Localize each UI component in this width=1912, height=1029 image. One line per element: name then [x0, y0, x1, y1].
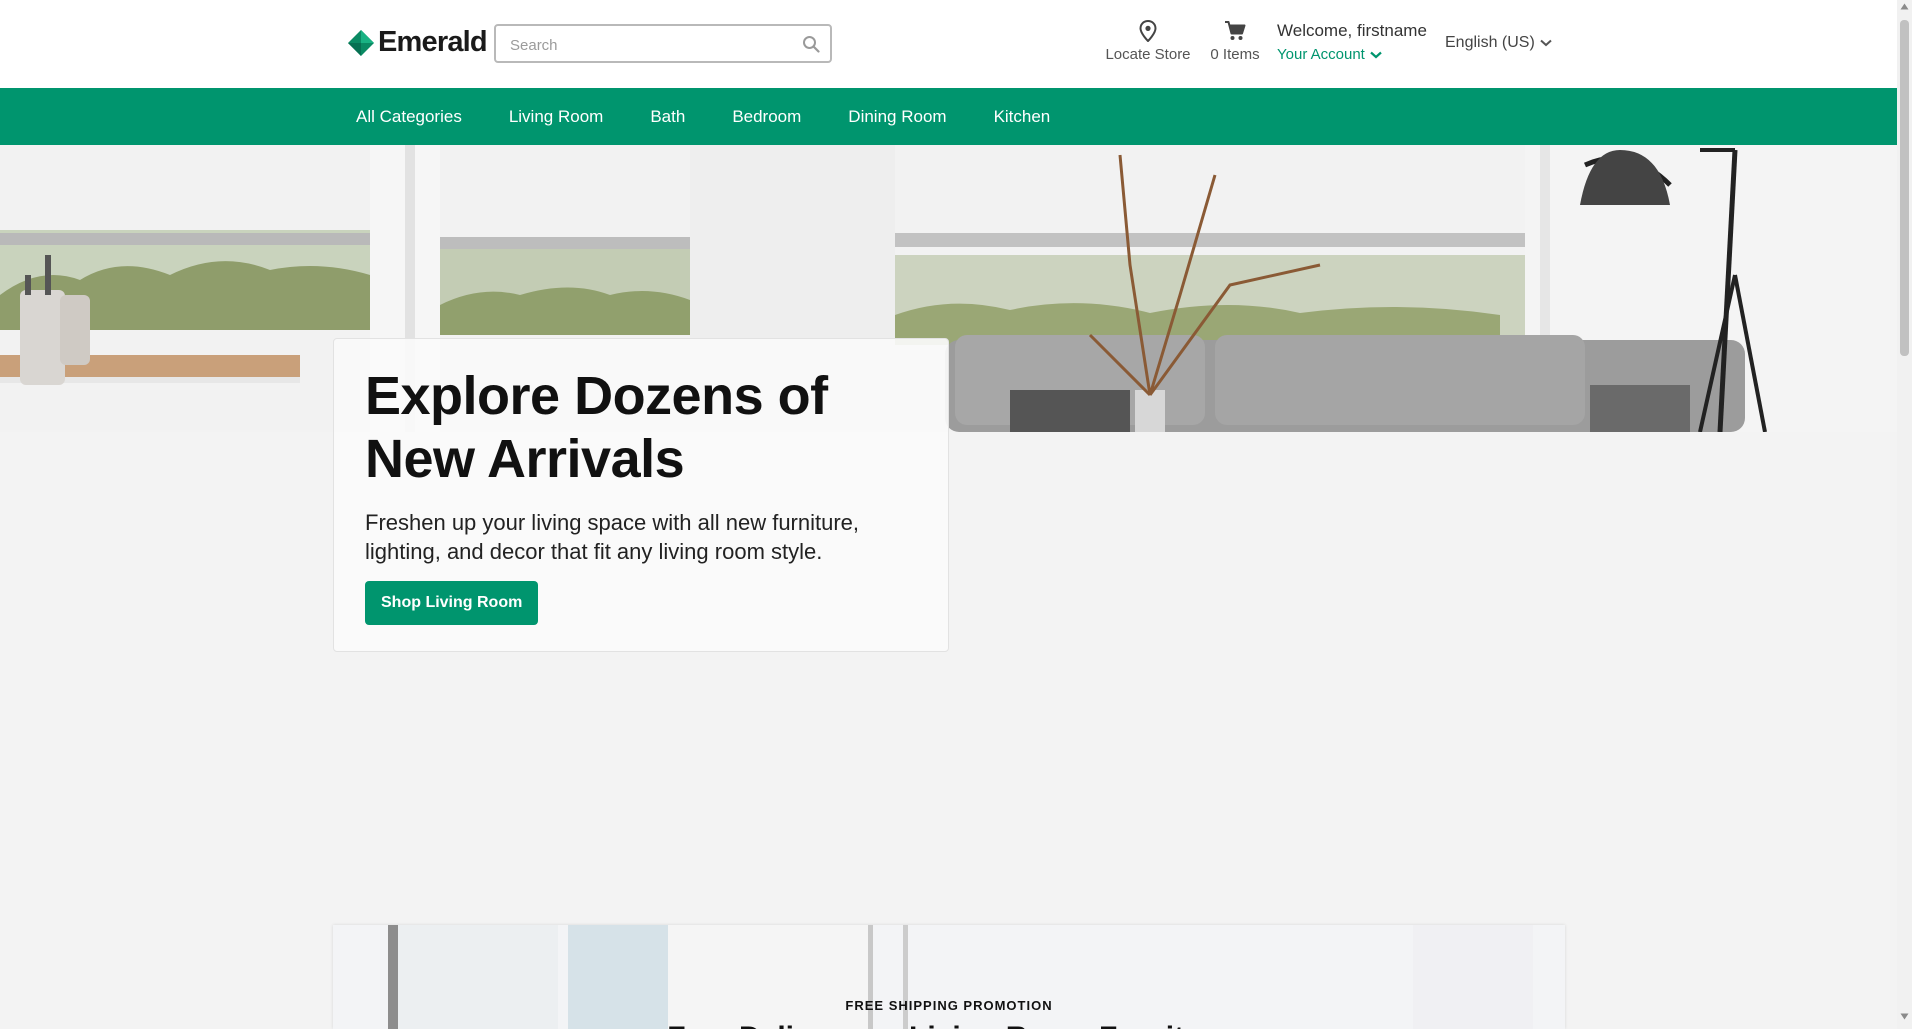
emerald-logo-icon: [348, 29, 374, 56]
hero-title: Explore Dozens of New Arrivals: [365, 366, 828, 489]
your-account-label: Your Account: [1277, 46, 1365, 63]
welcome-text: Welcome, firstname: [1277, 21, 1427, 40]
nav-item-bedroom[interactable]: Bedroom: [732, 107, 801, 127]
scroll-down-arrow-icon[interactable]: [1900, 1013, 1909, 1020]
hero-subtitle: Freshen up your living space with all ne…: [365, 510, 860, 564]
promo-label: FREE SHIPPING PROMOTION: [845, 998, 1053, 1013]
search-box[interactable]: [494, 24, 832, 63]
language-label: English (US): [1445, 34, 1535, 51]
your-account-dropdown[interactable]: Your Account: [1277, 46, 1427, 63]
locate-store-label: Locate Store: [1105, 46, 1191, 63]
nav-item-living-room[interactable]: Living Room: [509, 107, 604, 127]
hero-card: Explore Dozens of New Arrivals Freshen u…: [333, 338, 949, 652]
map-pin-icon: [1139, 20, 1157, 42]
promo-banner: FREE SHIPPING PROMOTION Free Delivery on…: [333, 925, 1565, 1029]
nav-item-all-categories[interactable]: All Categories: [356, 107, 462, 127]
promo-background-image: [333, 925, 1565, 1029]
nav-item-bath[interactable]: Bath: [650, 107, 685, 127]
shop-living-room-button[interactable]: Shop Living Room: [365, 581, 539, 625]
nav-item-dining-room[interactable]: Dining Room: [848, 107, 946, 127]
chevron-down-icon: [1370, 51, 1382, 58]
cart-count-label: 0 Items: [1210, 46, 1260, 63]
language-selector[interactable]: English (US): [1445, 34, 1552, 52]
category-nav: All Categories Living Room Bath Bedroom …: [0, 88, 1897, 145]
promo-heading: Free Delivery on Living Room Furniture: [333, 1021, 1565, 1029]
logo[interactable]: Emerald: [348, 26, 488, 59]
account-menu: Welcome, firstname Your Account: [1277, 21, 1427, 63]
site-header: Emerald Locate Store 0 Items Welcome, fi…: [0, 0, 1897, 89]
cart-button[interactable]: 0 Items: [1205, 20, 1265, 63]
scrollbar-thumb[interactable]: [1900, 20, 1909, 356]
brand-name: Emerald: [378, 26, 488, 58]
page-scrollbar[interactable]: [1897, 0, 1912, 1029]
locate-store-button[interactable]: Locate Store: [1100, 20, 1196, 63]
search-input[interactable]: [508, 33, 792, 57]
search-icon[interactable]: [802, 35, 820, 53]
scroll-up-arrow-icon[interactable]: [1900, 3, 1909, 10]
cart-icon: [1225, 21, 1246, 40]
nav-item-kitchen[interactable]: Kitchen: [994, 107, 1051, 127]
chevron-down-icon: [1540, 39, 1552, 47]
